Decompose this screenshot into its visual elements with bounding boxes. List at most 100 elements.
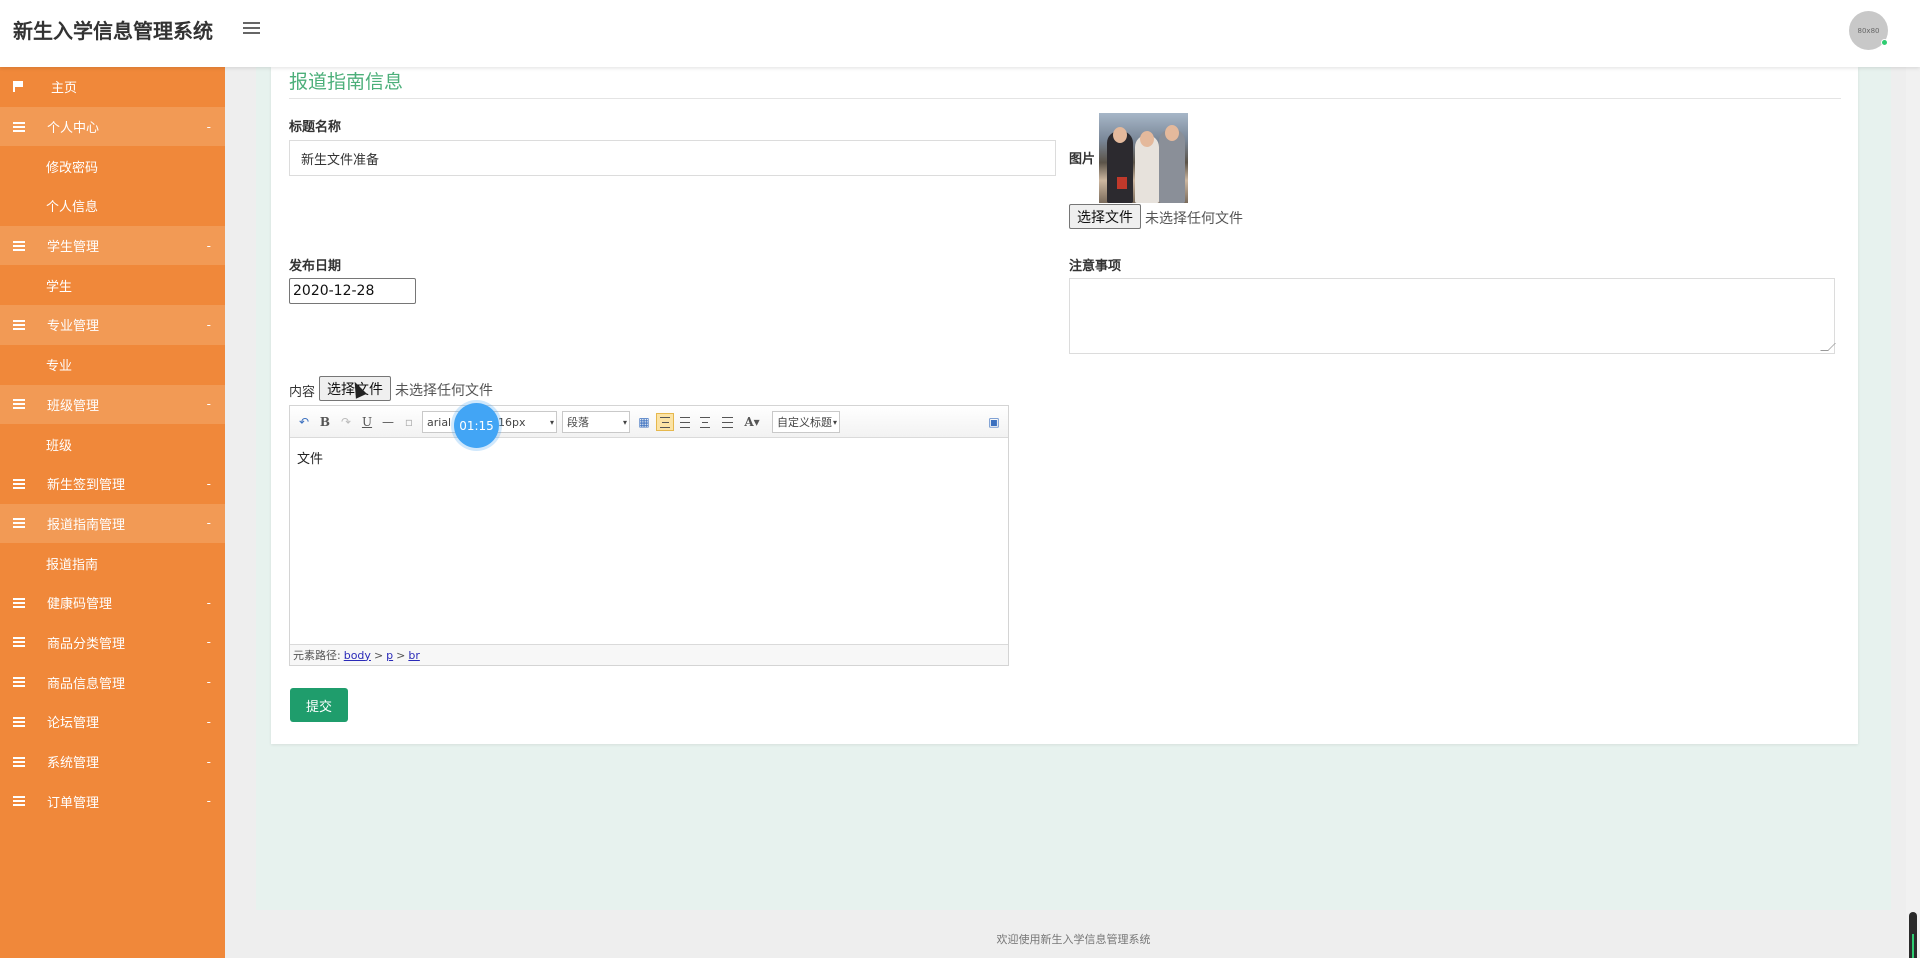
align-right-icon[interactable] [678, 413, 692, 431]
sidebar-item-16[interactable]: 论坛管理 - [0, 702, 225, 742]
app-title: 新生入学信息管理系统 [13, 19, 213, 43]
sidebar-item-4[interactable]: 学生管理 - [0, 225, 225, 266]
recording-timer-badge: 01:15 [454, 403, 499, 448]
uploaded-image [1099, 113, 1188, 203]
list-icon [13, 637, 25, 648]
sidebar-item-7[interactable]: 专业 [0, 345, 225, 385]
image-file-note: 未选择任何文件 [1145, 211, 1243, 227]
sidebar: 主页 个人中心 - 修改密码 个人信息 学生管理 - 学生 专业管理 - 专业 班级管理 - 班级 新生签到… [0, 67, 225, 958]
sidebar-item-17[interactable]: 系统管理 - [0, 742, 225, 782]
date-input[interactable]: 2020-12-28 [289, 278, 416, 304]
editor-toolbar: ↶ B ↷ U — ▫ arial 16px ▾ 段落 ▾ ▦ A▾ 自定义标题 ▾ … [290, 406, 1008, 438]
collapse-icon: - [206, 794, 211, 809]
sidebar-item-label: 个人中心 [47, 121, 100, 137]
title-divider [289, 98, 1841, 99]
sidebar-item-2[interactable]: 修改密码 [0, 146, 225, 186]
collapse-icon: - [206, 516, 211, 531]
sidebar-item-label: 主页 [51, 81, 78, 97]
font-size-select[interactable]: 16px ▾ [493, 411, 557, 433]
sidebar-item-11[interactable]: 报道指南管理 - [0, 503, 225, 544]
sidebar-item-label: 新生签到管理 [47, 478, 126, 494]
element-path-bar: 元素路径: body > p > br [290, 644, 1008, 665]
element-path-label: 元素路径: [293, 649, 341, 662]
list-icon [13, 597, 25, 608]
chevron-down-icon: ▾ [549, 417, 554, 427]
bold-icon[interactable]: B [318, 413, 332, 431]
footer-text: 欢迎使用新生入学信息管理系统 [996, 933, 1151, 946]
undo-icon[interactable]: ↶ [297, 413, 311, 431]
resize-grip-icon[interactable] [1820, 343, 1836, 351]
chevron-down-icon: ▾ [622, 417, 627, 427]
path-link-body[interactable]: body [344, 649, 371, 662]
list-icon [13, 756, 25, 767]
redo-icon[interactable]: ↷ [339, 413, 353, 431]
paste-icon[interactable]: ▫ [402, 413, 416, 431]
collapse-icon: - [206, 317, 211, 332]
path-link-p[interactable]: p [386, 649, 393, 662]
title-input[interactable]: 新生文件准备 [289, 140, 1056, 176]
content-label: 内容 [289, 385, 316, 400]
flag-icon [13, 81, 23, 92]
notes-textarea[interactable] [1069, 278, 1836, 354]
footer: 欢迎使用新生入学信息管理系统 [256, 910, 1891, 958]
sidebar-item-label: 商品信息管理 [47, 676, 126, 692]
sidebar-item-label: 论坛管理 [47, 716, 100, 732]
sidebar-item-label: 班级管理 [47, 398, 100, 414]
list-icon [13, 716, 25, 727]
sidebar-item-18[interactable]: 订单管理 - [0, 781, 225, 821]
date-label: 发布日期 [289, 259, 342, 274]
sidebar-item-12[interactable]: 报道指南 [0, 543, 225, 583]
submit-button[interactable]: 提交 [290, 688, 348, 722]
page-scrollbar[interactable] [1906, 67, 1920, 958]
font-color-icon[interactable]: A▾ [742, 413, 762, 431]
sidebar-item-14[interactable]: 商品分类管理 - [0, 623, 225, 663]
content-file-note: 未选择任何文件 [395, 383, 493, 399]
list-icon [13, 240, 25, 251]
fullscreen-icon[interactable]: ▣ [987, 413, 1001, 431]
align-left-icon[interactable] [656, 413, 674, 431]
editor-body-text: 文件 [297, 452, 324, 467]
sidebar-item-3[interactable]: 个人信息 [0, 186, 225, 226]
list-icon [13, 518, 25, 529]
custom-title-select[interactable]: 自定义标题 ▾ [772, 411, 840, 433]
paragraph-select[interactable]: 段落 ▾ [562, 411, 630, 433]
image-file-button[interactable]: 选择文件 [1069, 204, 1141, 229]
sidebar-item-9[interactable]: 班级 [0, 424, 225, 464]
sidebar-item-0[interactable]: 主页 [0, 67, 225, 107]
horizontal-rule-icon[interactable]: — [381, 413, 395, 431]
editor-body[interactable]: 文件 [290, 438, 1008, 648]
align-center-icon[interactable] [698, 413, 712, 431]
list-icon [13, 478, 25, 489]
sidebar-item-label: 专业管理 [47, 319, 100, 335]
scrollbar-indicator [1912, 934, 1914, 958]
top-header: 新生入学信息管理系统 80x80 [0, 0, 1920, 67]
font-size-value: 16px [498, 415, 526, 429]
align-justify-icon[interactable] [720, 413, 734, 431]
sidebar-item-10[interactable]: 新生签到管理 - [0, 464, 225, 504]
sidebar-item-6[interactable]: 专业管理 - [0, 305, 225, 345]
list-icon [13, 399, 25, 410]
sidebar-item-1[interactable]: 个人中心 - [0, 106, 225, 147]
sidebar-item-8[interactable]: 班级管理 - [0, 384, 225, 425]
sidebar-item-label: 报道指南管理 [47, 517, 126, 533]
collapse-icon: - [206, 595, 211, 610]
sidebar-item-13[interactable]: 健康码管理 - [0, 583, 225, 623]
sidebar-item-5[interactable]: 学生 [0, 265, 225, 305]
notes-label: 注意事项 [1069, 259, 1122, 274]
collapse-icon: - [206, 714, 211, 729]
image-label: 图片 [1069, 152, 1096, 167]
list-icon [13, 121, 25, 132]
sidebar-item-label: 学生管理 [47, 240, 100, 256]
sidebar-item-label: 学生 [46, 279, 73, 295]
sidebar-item-15[interactable]: 商品信息管理 - [0, 662, 225, 702]
path-link-br[interactable]: br [408, 649, 420, 662]
sidebar-item-label: 修改密码 [46, 160, 99, 176]
table-icon[interactable]: ▦ [636, 413, 652, 431]
sidebar-item-label: 专业 [46, 359, 73, 375]
menu-toggle-icon[interactable] [243, 22, 260, 36]
paragraph-value: 段落 [567, 416, 589, 429]
sidebar-item-label: 报道指南 [46, 557, 99, 573]
list-icon [13, 319, 25, 330]
underline-icon[interactable]: U [360, 413, 374, 431]
collapse-icon: - [206, 675, 211, 690]
